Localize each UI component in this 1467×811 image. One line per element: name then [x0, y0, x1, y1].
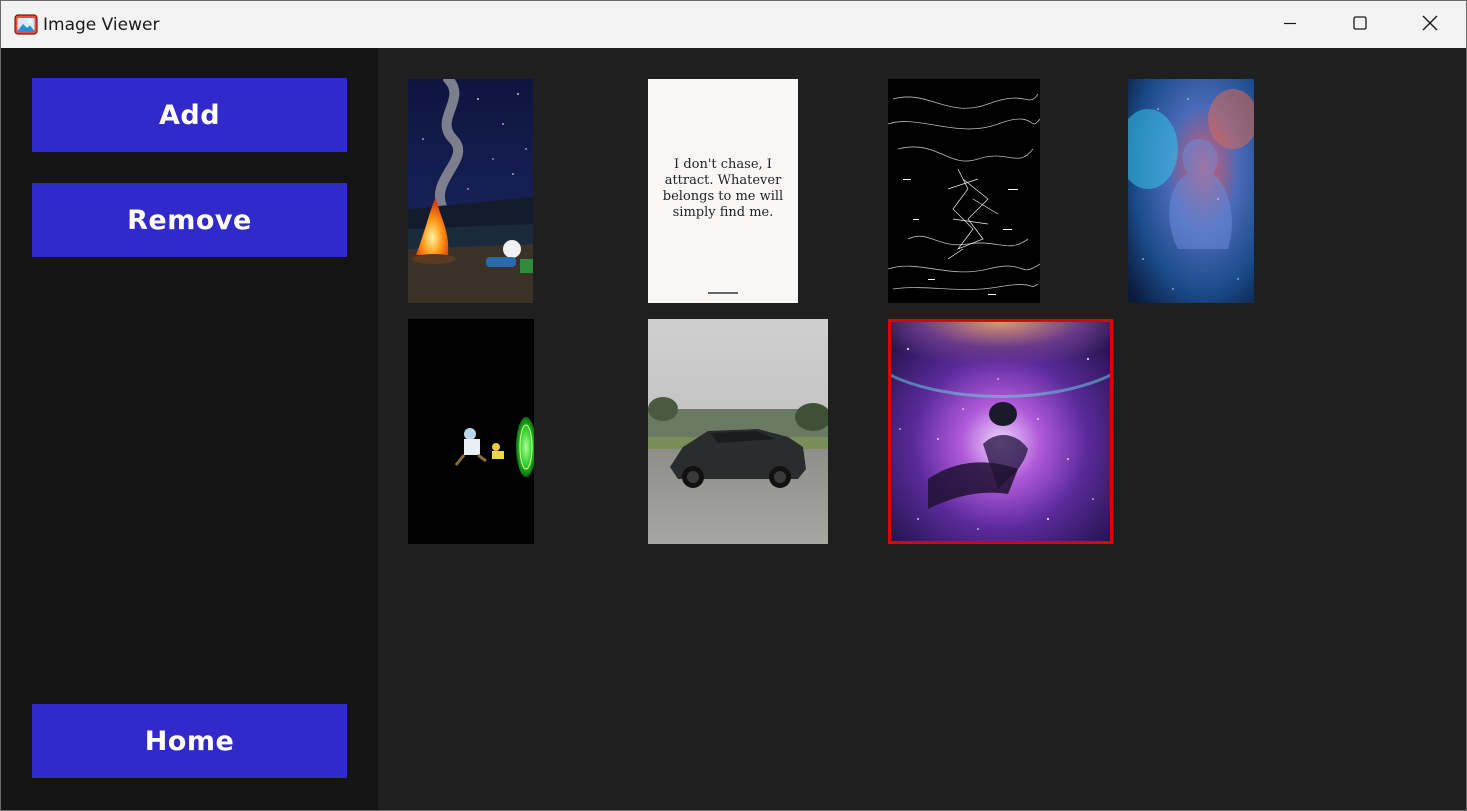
- title-bar[interactable]: Image Viewer: [1, 1, 1466, 48]
- image-viewer-app-icon: [14, 14, 38, 36]
- image-gallery: I don't chase, I attract. Whatever belon…: [378, 48, 1466, 810]
- maximize-button[interactable]: [1325, 1, 1395, 48]
- selection-highlight: [888, 319, 1113, 544]
- home-button[interactable]: Home: [32, 704, 347, 778]
- minimize-button[interactable]: [1255, 1, 1325, 48]
- add-button[interactable]: Add: [32, 78, 347, 152]
- sidebar: Add Remove Home: [1, 48, 378, 810]
- thumbnail-black-suv-photo[interactable]: [648, 319, 828, 544]
- thumbnail-portal-cartoon[interactable]: [408, 319, 534, 544]
- window-title: Image Viewer: [43, 15, 160, 35]
- thumbnail-white-lines-abstract[interactable]: [888, 79, 1040, 303]
- image-viewer-window: Image Viewer Add Remove Home I don't cha…: [0, 0, 1467, 811]
- minimize-icon: [1282, 15, 1298, 35]
- maximize-icon: [1352, 15, 1368, 35]
- thumbnail-campfire-night-cartoon[interactable]: [408, 79, 533, 303]
- thumbnail-cosmic-figure[interactable]: [1128, 79, 1254, 303]
- close-button[interactable]: [1395, 1, 1465, 48]
- close-icon: [1421, 14, 1439, 36]
- quote-text: I don't chase, I attract. Whatever belon…: [662, 157, 784, 220]
- quote-signature: [708, 292, 738, 294]
- thumbnail-quote-card[interactable]: I don't chase, I attract. Whatever belon…: [648, 79, 798, 303]
- remove-button[interactable]: Remove: [32, 183, 347, 257]
